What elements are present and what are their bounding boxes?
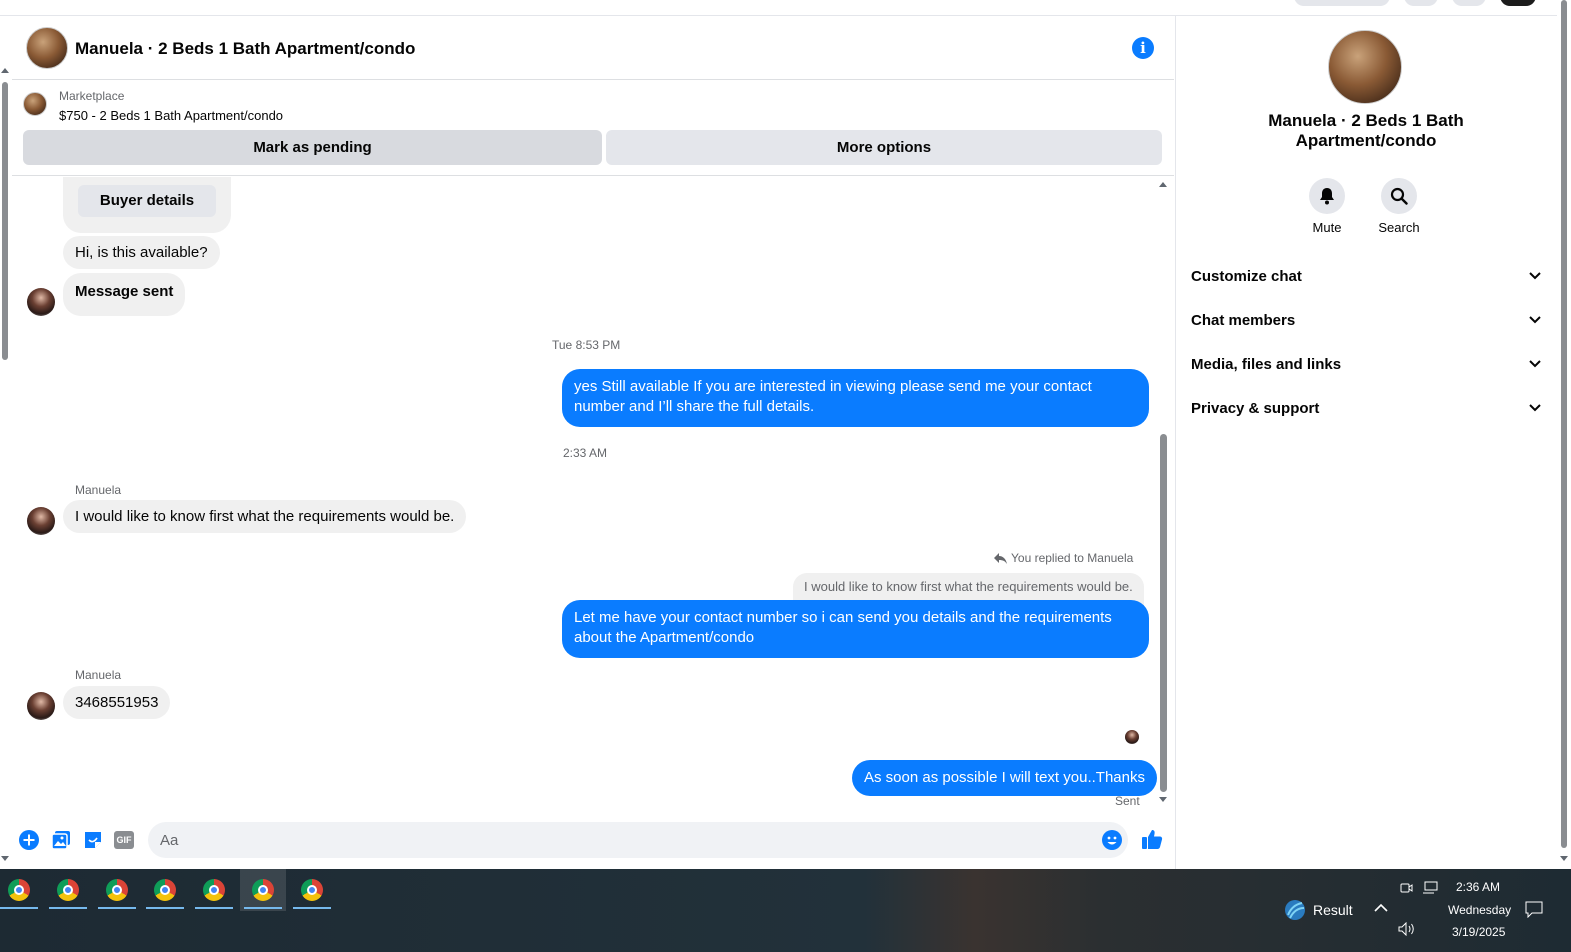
clock-date[interactable]: 3/19/2025 bbox=[1452, 925, 1505, 939]
taskbar-chrome-icon[interactable] bbox=[142, 869, 188, 911]
chat-header: Manuela · 2 Beds 1 Bath Apartment/condo … bbox=[12, 16, 1174, 80]
mute-label: Mute bbox=[1312, 220, 1342, 235]
scroll-up-arrow-icon[interactable] bbox=[1, 68, 9, 73]
chevron-down-icon bbox=[1529, 404, 1541, 412]
section-label: Chat members bbox=[1191, 311, 1296, 329]
search-label: Search bbox=[1378, 220, 1420, 235]
message-bubble-in[interactable]: I would like to know first what the requ… bbox=[63, 500, 467, 533]
listing-thumbnail[interactable] bbox=[23, 92, 47, 116]
reply-arrow-icon bbox=[994, 552, 1007, 564]
composer: GIF bbox=[12, 818, 1174, 868]
message-bubble-in[interactable]: Message sent bbox=[63, 273, 186, 316]
chat-title[interactable]: Manuela · 2 Beds 1 Bath Apartment/condo bbox=[75, 39, 415, 59]
contact-avatar[interactable] bbox=[27, 288, 55, 316]
sender-name: Manuela bbox=[75, 483, 122, 497]
chevron-up-icon[interactable] bbox=[1374, 899, 1388, 917]
taskbar-chrome-icon[interactable] bbox=[240, 869, 286, 911]
clock-day[interactable]: Wednesday bbox=[1448, 903, 1511, 917]
notification-center-icon[interactable] bbox=[1525, 901, 1543, 923]
message-input[interactable] bbox=[148, 822, 1128, 858]
result-widget[interactable] bbox=[1284, 899, 1306, 926]
section-label: Privacy & support bbox=[1191, 399, 1320, 417]
listing-title[interactable]: $750 - 2 Beds 1 Bath Apartment/condo bbox=[59, 108, 283, 123]
network-icon[interactable] bbox=[1422, 881, 1438, 900]
search-action[interactable]: Search bbox=[1369, 178, 1429, 235]
sticker-icon[interactable] bbox=[83, 830, 103, 850]
more-options-button[interactable]: More options bbox=[606, 130, 1162, 165]
bell-icon[interactable] bbox=[1309, 178, 1345, 214]
message-bubble-out[interactable]: Let me have your contact number so i can… bbox=[562, 600, 1149, 658]
clock-time[interactable]: 2:36 AM bbox=[1456, 880, 1500, 894]
message-status: Sent bbox=[1115, 794, 1140, 808]
scroll-down-arrow-icon[interactable] bbox=[1159, 797, 1167, 802]
contact-avatar[interactable] bbox=[27, 507, 55, 535]
image-icon[interactable] bbox=[51, 830, 71, 850]
taskbar-chrome-icon[interactable] bbox=[191, 869, 237, 911]
message-list: Buyer details Hi, is this available? Mes… bbox=[12, 177, 1174, 817]
windows-taskbar: Result 2:36 AM Wednesday 3/19/2025 bbox=[0, 869, 1571, 952]
message-bubble-in[interactable]: Hi, is this available? bbox=[63, 236, 220, 269]
info-icon[interactable]: i bbox=[1132, 37, 1154, 59]
taskbar-chrome-icon[interactable] bbox=[289, 869, 335, 911]
top-search-pill[interactable] bbox=[1294, 0, 1390, 6]
panel-listing-avatar[interactable] bbox=[1328, 30, 1402, 104]
reply-indicator: You replied to Manuela bbox=[994, 551, 1133, 565]
top-profile-avatar[interactable] bbox=[1500, 0, 1536, 6]
section-privacy-support[interactable]: Privacy & support bbox=[1191, 394, 1541, 422]
message-bubble-out[interactable]: As soon as possible I will text you..Tha… bbox=[852, 760, 1157, 796]
emoji-icon[interactable] bbox=[1102, 830, 1122, 850]
ecosia-globe-icon bbox=[1285, 900, 1305, 920]
chevron-down-icon bbox=[1529, 360, 1541, 368]
volume-icon[interactable] bbox=[1398, 921, 1416, 941]
reply-note: You replied to Manuela bbox=[1011, 551, 1134, 565]
page-scrollbar[interactable] bbox=[1557, 0, 1571, 870]
chevron-down-icon bbox=[1529, 272, 1541, 280]
message-scrollbar-thumb[interactable] bbox=[1160, 434, 1167, 792]
outer-scrollbar-thumb[interactable] bbox=[2, 82, 8, 360]
buyer-card: Buyer details bbox=[63, 177, 231, 233]
section-label: Customize chat bbox=[1191, 267, 1302, 285]
buyer-details-button[interactable]: Buyer details bbox=[78, 185, 216, 217]
marketplace-bar: Marketplace $750 - 2 Beds 1 Bath Apartme… bbox=[12, 80, 1174, 176]
marketplace-label: Marketplace bbox=[59, 89, 125, 103]
gif-icon[interactable]: GIF bbox=[114, 830, 134, 850]
plus-icon[interactable] bbox=[19, 830, 39, 850]
taskbar-chrome-icon[interactable] bbox=[0, 869, 42, 911]
meet-now-icon[interactable] bbox=[1399, 881, 1413, 900]
section-media-files-links[interactable]: Media, files and links bbox=[1191, 350, 1541, 378]
search-icon[interactable] bbox=[1381, 178, 1417, 214]
top-menu-button[interactable] bbox=[1404, 0, 1438, 6]
section-chat-members[interactable]: Chat members bbox=[1191, 306, 1541, 334]
message-bubble-out[interactable]: yes Still available If you are intereste… bbox=[562, 369, 1149, 427]
scroll-down-arrow-icon[interactable] bbox=[1, 856, 9, 861]
result-label[interactable]: Result bbox=[1313, 902, 1353, 918]
message-scrollbar[interactable] bbox=[1157, 180, 1169, 808]
sender-name: Manuela bbox=[75, 668, 122, 682]
top-notification-button[interactable] bbox=[1452, 0, 1486, 6]
section-customize-chat[interactable]: Customize chat bbox=[1191, 262, 1541, 290]
seen-avatar bbox=[1125, 730, 1139, 744]
like-thumb-icon[interactable] bbox=[1141, 828, 1163, 850]
timestamp: 2:33 AM bbox=[563, 446, 608, 460]
contact-avatar[interactable] bbox=[27, 692, 55, 720]
message-bubble-in[interactable]: 3468551953 bbox=[63, 686, 171, 719]
listing-avatar[interactable] bbox=[26, 27, 68, 69]
mute-action[interactable]: Mute bbox=[1297, 178, 1357, 235]
page-scrollbar-thumb[interactable] bbox=[1561, 0, 1567, 848]
taskbar-chrome-icon[interactable] bbox=[94, 869, 140, 911]
taskbar-chrome-icon[interactable] bbox=[45, 869, 91, 911]
scroll-up-arrow-icon[interactable] bbox=[1159, 182, 1167, 187]
section-label: Media, files and links bbox=[1191, 355, 1342, 373]
scroll-down-arrow-icon[interactable] bbox=[1560, 856, 1568, 861]
chat-info-panel: Manuela · 2 Beds 1 Bath Apartment/condo … bbox=[1175, 16, 1555, 869]
panel-title: Manuela · 2 Beds 1 Bath Apartment/condo bbox=[1268, 111, 1464, 150]
mark-as-pending-button[interactable]: Mark as pending bbox=[23, 130, 602, 165]
chevron-down-icon bbox=[1529, 316, 1541, 324]
browser-top-bar bbox=[0, 0, 1571, 16]
outer-scrollbar[interactable] bbox=[0, 62, 10, 870]
timestamp: Tue 8:53 PM bbox=[552, 338, 621, 352]
